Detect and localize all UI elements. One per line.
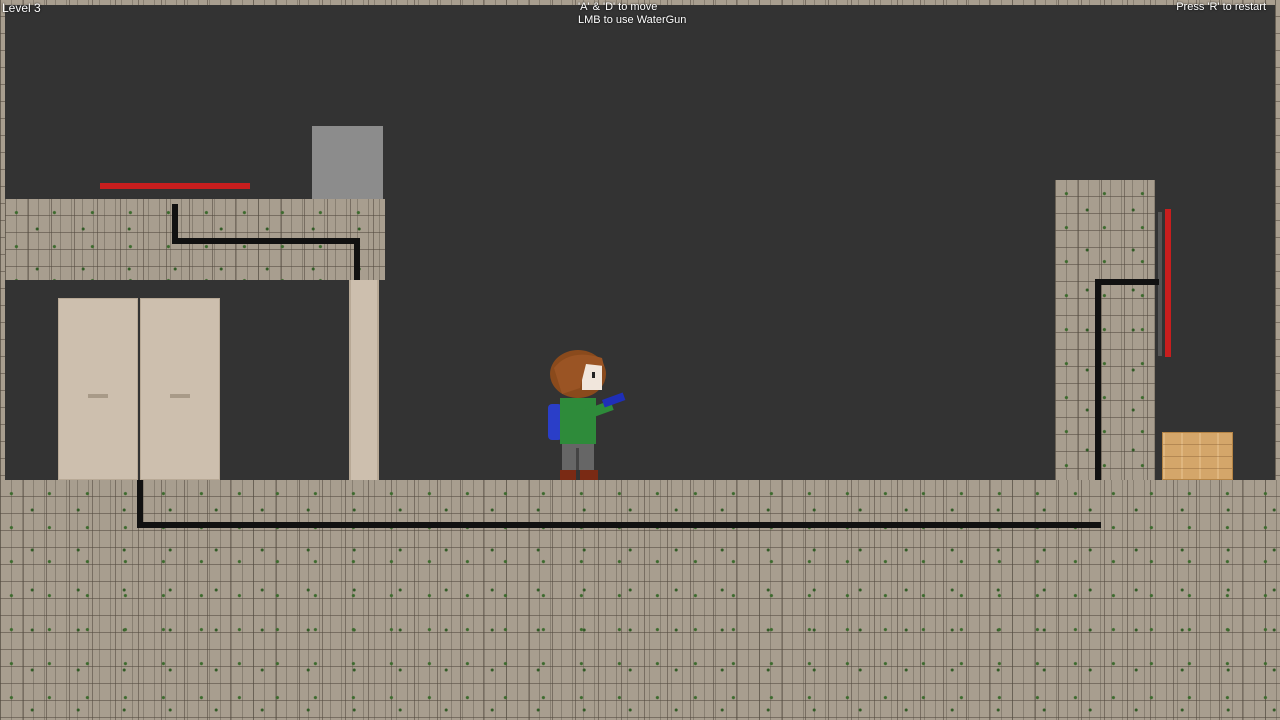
player-shoe-right bbox=[580, 470, 598, 480]
door-pillar bbox=[349, 280, 379, 480]
wire-segment bbox=[172, 238, 360, 244]
double-door-icon bbox=[58, 298, 220, 480]
right-tower bbox=[1055, 180, 1155, 480]
wire-segment bbox=[1095, 279, 1159, 285]
wire-segment bbox=[354, 238, 360, 280]
wooden-crate-icon bbox=[1162, 432, 1233, 480]
door-left-panel bbox=[58, 298, 138, 480]
game-viewport[interactable] bbox=[0, 0, 1280, 720]
player-leg-gap bbox=[576, 448, 579, 470]
level-indicator: Level 3 bbox=[2, 1, 41, 15]
wire-segment bbox=[137, 522, 1101, 528]
restart-hint: Press 'R' to restart bbox=[1176, 1, 1266, 13]
player-backpack bbox=[548, 404, 562, 440]
player-character-with-watergun bbox=[548, 350, 626, 480]
ground-floor bbox=[0, 480, 1280, 720]
right-wall bbox=[1275, 0, 1280, 480]
wire-segment bbox=[137, 480, 143, 528]
laser-barrier-horizontal bbox=[100, 183, 250, 189]
watergun-icon bbox=[602, 392, 626, 408]
door-right-panel bbox=[140, 298, 220, 480]
door-right-handle bbox=[170, 394, 190, 398]
door-left-handle bbox=[88, 394, 108, 398]
laser-barrier-vertical bbox=[1165, 209, 1171, 357]
controls-hint-move: 'A' & 'D' to move bbox=[578, 1, 658, 13]
controls-hint-watergun: LMB to use WaterGun bbox=[578, 14, 687, 26]
player-shirt bbox=[560, 398, 596, 444]
player-shoe-left bbox=[560, 470, 576, 480]
gray-pushable-block bbox=[312, 126, 383, 199]
player-eye bbox=[592, 372, 595, 378]
